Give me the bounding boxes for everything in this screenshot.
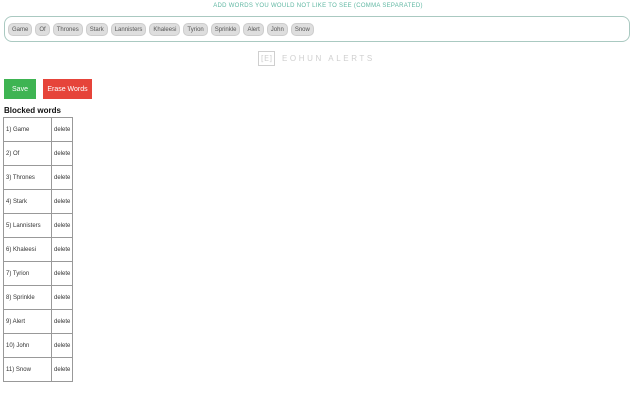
logo-text: EOHUN ALERTS	[282, 53, 375, 63]
table-row: 5) Lannisters delete	[3, 213, 74, 238]
delete-button[interactable]: delete	[50, 261, 74, 286]
blocked-word: 5) Lannisters	[3, 213, 52, 238]
table-row: 6) Khaleesi delete	[3, 237, 74, 262]
tag-chip[interactable]: Sprinkle	[210, 22, 241, 36]
tag-chip[interactable]: Snow	[290, 22, 314, 36]
blocked-word: 1) Game	[3, 117, 52, 142]
delete-button[interactable]: delete	[50, 285, 74, 310]
tag-chip[interactable]: Alert	[243, 22, 264, 36]
blocked-word: 3) Thrones	[3, 165, 52, 190]
tag-chip[interactable]: Thrones	[52, 22, 83, 36]
blocked-word: 11) Snow	[3, 357, 52, 382]
table-row: 11) Snow delete	[3, 357, 74, 382]
logo-mark: [E]	[258, 50, 275, 66]
delete-button[interactable]: delete	[50, 357, 74, 382]
logo: [E] EOHUN ALERTS	[258, 50, 375, 66]
tag-chip[interactable]: Stark	[85, 22, 108, 36]
tag-chip[interactable]: Khaleesi	[149, 22, 181, 36]
delete-button[interactable]: delete	[50, 189, 74, 214]
blocked-word: 7) Tyrion	[3, 261, 52, 286]
delete-button[interactable]: delete	[50, 213, 74, 238]
blocked-word: 9) Alert	[3, 309, 52, 334]
delete-button[interactable]: delete	[50, 165, 74, 190]
blocked-word: 4) Stark	[3, 189, 52, 214]
delete-button[interactable]: delete	[50, 141, 74, 166]
tag-input-box[interactable]: Game Of Thrones Stark Lannisters Khalees…	[4, 16, 630, 42]
table-row: 8) Sprinkle delete	[3, 285, 74, 310]
tag-chip[interactable]: Of	[35, 22, 50, 36]
delete-button[interactable]: delete	[50, 237, 74, 262]
table-row: 3) Thrones delete	[3, 165, 74, 190]
tag-chip[interactable]: Game	[8, 22, 33, 36]
table-row: 7) Tyrion delete	[3, 261, 74, 286]
delete-button[interactable]: delete	[50, 333, 74, 358]
save-button[interactable]: Save	[4, 79, 36, 99]
table-row: 1) Game delete	[3, 117, 74, 142]
blocked-word: 8) Sprinkle	[3, 285, 52, 310]
tag-chip[interactable]: Lannisters	[110, 22, 147, 36]
blocked-words-heading: Blocked words	[4, 106, 61, 115]
blocked-words-table: 1) Game delete 2) Of delete 3) Thrones d…	[3, 117, 74, 382]
table-row: 10) John delete	[3, 333, 74, 358]
blocked-word: 6) Khaleesi	[3, 237, 52, 262]
delete-button[interactable]: delete	[50, 309, 74, 334]
instruction-text: ADD WORDS YOU WOULD NOT LIKE TO SEE (COM…	[213, 3, 423, 9]
table-row: 4) Stark delete	[3, 189, 74, 214]
blocked-word: 2) Of	[3, 141, 52, 166]
table-row: 2) Of delete	[3, 141, 74, 166]
tag-chip[interactable]: Tyrion	[183, 22, 208, 36]
table-row: 9) Alert delete	[3, 309, 74, 334]
blocked-word: 10) John	[3, 333, 52, 358]
erase-words-button[interactable]: Erase Words	[43, 79, 92, 99]
tag-chip[interactable]: John	[266, 22, 288, 36]
delete-button[interactable]: delete	[50, 117, 74, 142]
